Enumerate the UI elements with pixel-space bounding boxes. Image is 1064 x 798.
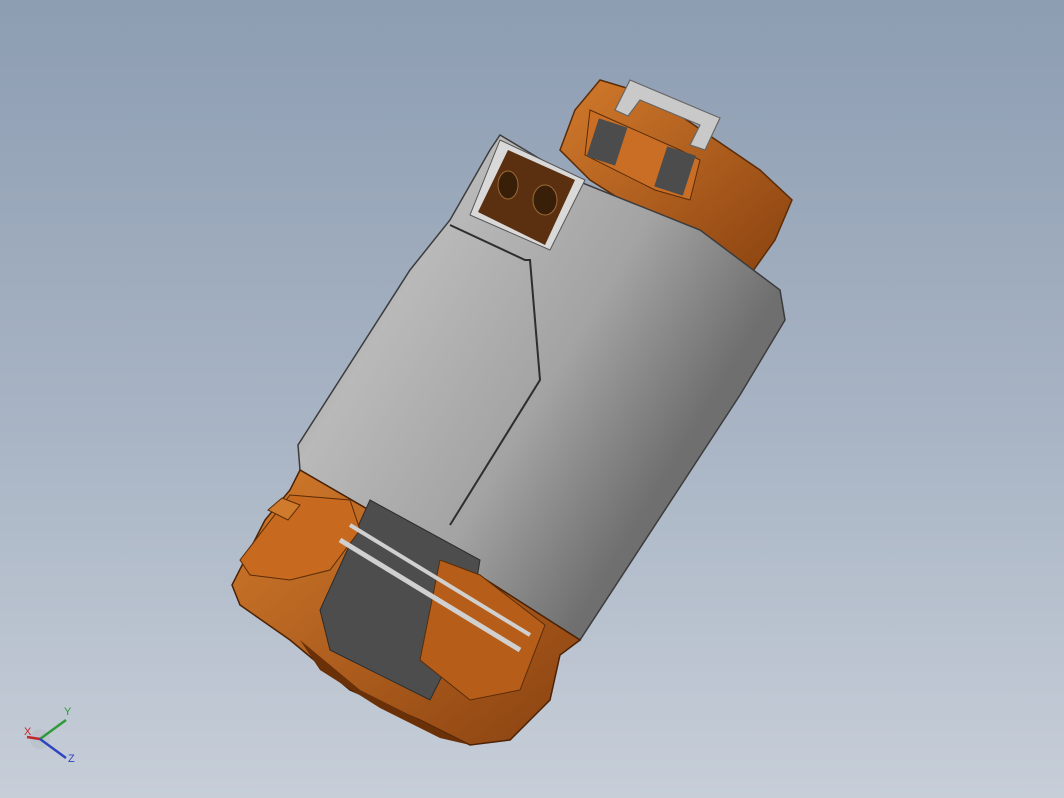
coordinate-triad: Y X Z [24, 706, 75, 765]
triad-z-axis [39, 737, 67, 760]
triad-y-label: Y [64, 706, 72, 718]
triad-x-label: X [24, 726, 32, 738]
triad-y-axis [39, 718, 67, 741]
graphics-viewport[interactable]: Y X Z [0, 0, 1064, 798]
triad-z-label: Z [68, 753, 75, 765]
motor-model[interactable] [0, 0, 1064, 798]
